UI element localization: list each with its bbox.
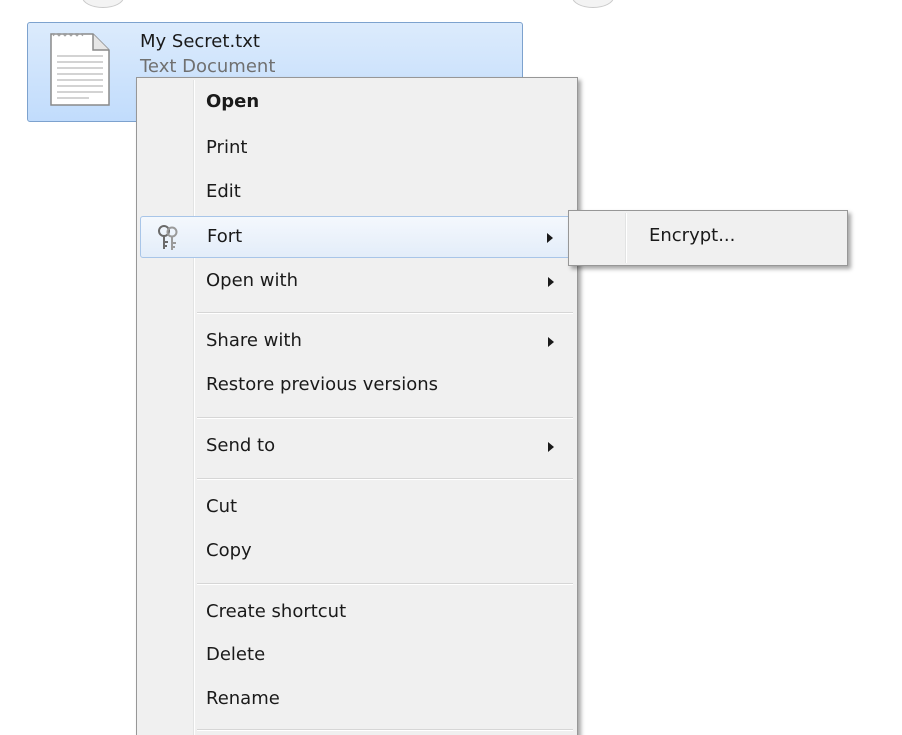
menu-item-label: Copy (206, 540, 252, 561)
submenu-arrow-icon (547, 233, 553, 243)
menu-item-copy[interactable]: Copy (140, 531, 574, 573)
menu-item-label: Create shortcut (206, 601, 347, 622)
submenu-item-label: Encrypt... (649, 225, 736, 246)
keys-icon (158, 225, 178, 250)
menu-item-open-with[interactable]: Open with (140, 261, 574, 303)
menu-item-fort[interactable]: Fort (140, 216, 574, 258)
menu-item-rename[interactable]: Rename (140, 679, 574, 721)
menu-item-label: Fort (207, 226, 243, 247)
submenu-arrow-icon (548, 442, 554, 452)
context-menu: Open Print Edit Fort Open with Share wit… (136, 77, 578, 735)
menu-item-create-shortcut[interactable]: Create shortcut (140, 592, 574, 634)
menu-separator (197, 417, 573, 419)
menu-item-share-with[interactable]: Share with (140, 321, 574, 363)
menu-separator (197, 478, 573, 480)
menu-separator (197, 312, 573, 314)
file-name: My Secret.txt (140, 31, 260, 52)
menu-item-delete[interactable]: Delete (140, 635, 574, 677)
menu-item-open[interactable]: Open (140, 82, 574, 124)
desktop-folder-view: My Secret.txt Text Document Open Print E… (0, 0, 902, 735)
menu-item-label: Rename (206, 688, 280, 709)
file-type: Text Document (140, 56, 276, 77)
menu-item-print[interactable]: Print (140, 128, 574, 170)
menu-item-label: Send to (206, 435, 276, 456)
menu-item-cut[interactable]: Cut (140, 487, 574, 529)
submenu-item-encrypt[interactable]: Encrypt... (572, 216, 844, 258)
menu-item-restore-previous-versions[interactable]: Restore previous versions (140, 365, 574, 407)
menu-separator (197, 729, 573, 731)
background-decoration (572, 0, 614, 8)
submenu-arrow-icon (548, 277, 554, 287)
text-document-icon (50, 33, 110, 106)
menu-item-label: Cut (206, 496, 238, 517)
menu-item-edit[interactable]: Edit (140, 172, 574, 214)
menu-item-label: Share with (206, 330, 302, 351)
menu-item-label: Edit (206, 181, 241, 202)
menu-separator (197, 583, 573, 585)
submenu-arrow-icon (548, 337, 554, 347)
background-decoration (82, 0, 124, 8)
menu-item-label: Delete (206, 644, 266, 665)
menu-item-label: Open (206, 91, 260, 112)
menu-item-label: Open with (206, 270, 298, 291)
menu-item-label: Restore previous versions (206, 374, 439, 395)
fort-submenu: Encrypt... (568, 210, 848, 266)
menu-item-send-to[interactable]: Send to (140, 426, 574, 468)
menu-item-label: Print (206, 137, 248, 158)
